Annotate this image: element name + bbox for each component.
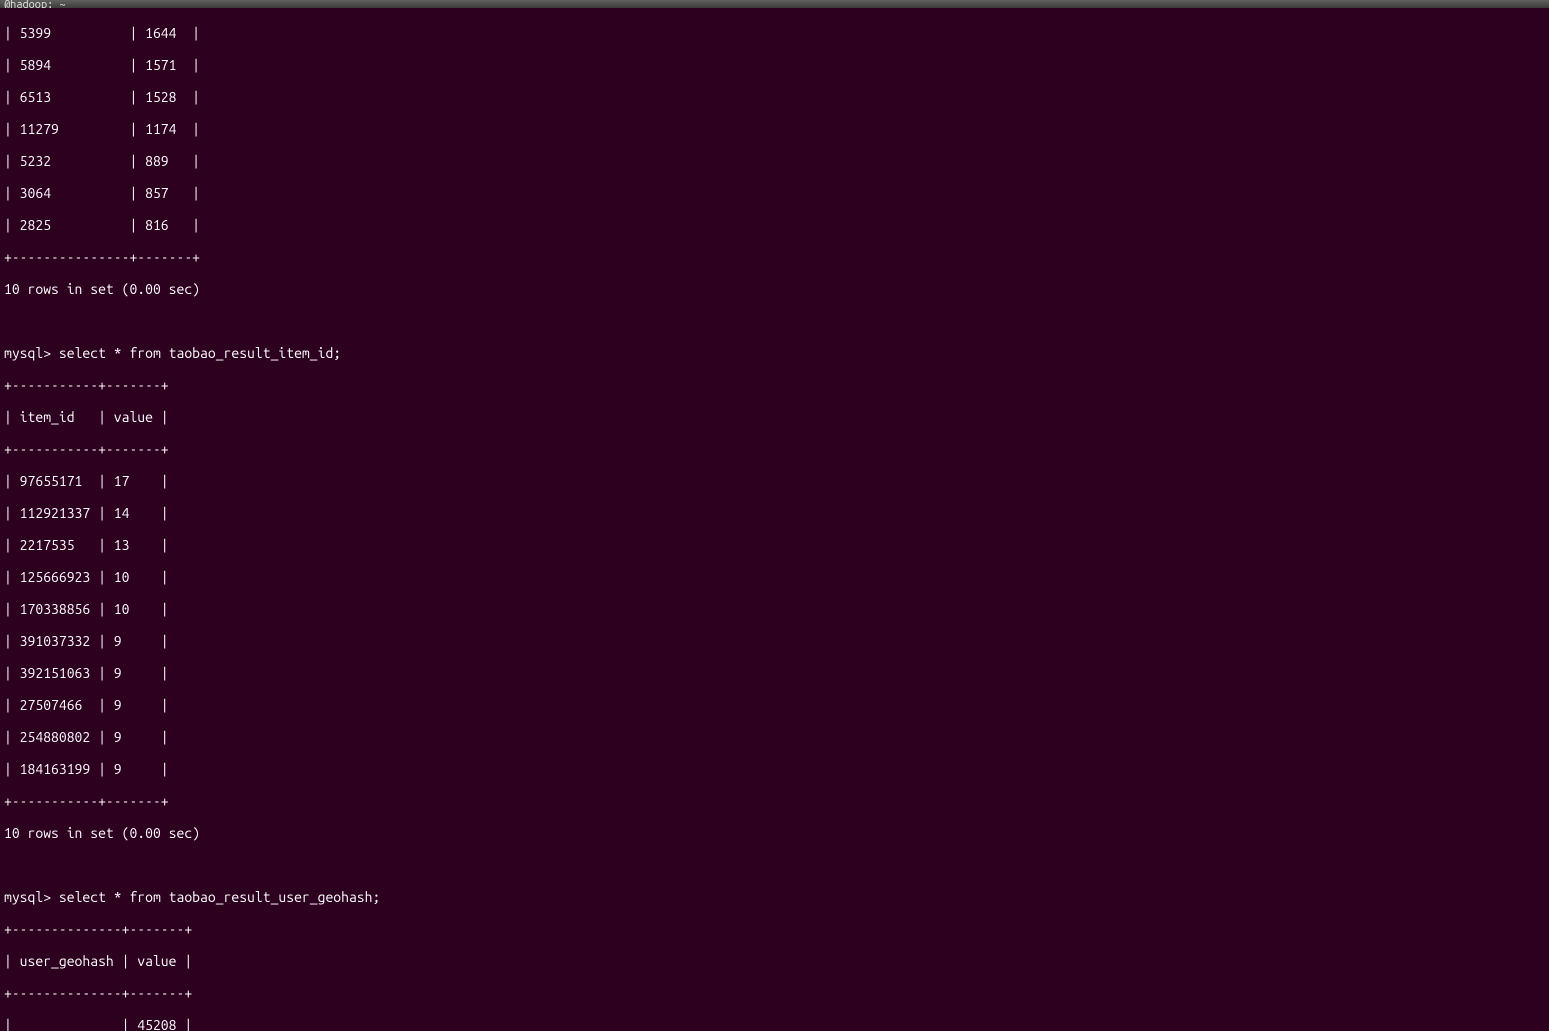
table-row: | 392151063 | 9 | (4, 665, 1545, 681)
prompt-line: mysql> select * from taobao_result_user_… (4, 889, 1545, 905)
result-summary: 10 rows in set (0.00 sec) (4, 825, 1545, 841)
blank-line (4, 313, 1545, 329)
table-row: | 184163199 | 9 | (4, 761, 1545, 777)
table-row: | 11279 | 1174 | (4, 121, 1545, 137)
table-separator: +-----------+-------+ (4, 441, 1545, 457)
table-separator: +--------------+-------+ (4, 921, 1545, 937)
table-row: | 3064 | 857 | (4, 185, 1545, 201)
table-header: | user_geohash | value | (4, 953, 1545, 969)
table-row: | 112921337 | 14 | (4, 505, 1545, 521)
table-separator: +--------------+-------+ (4, 985, 1545, 1001)
window-titlebar: @hadoop: ~ (0, 0, 1549, 8)
table-row: | 125666923 | 10 | (4, 569, 1545, 585)
table-row: | 254880802 | 9 | (4, 729, 1545, 745)
table-row: | 6513 | 1528 | (4, 89, 1545, 105)
table-row: | 2825 | 816 | (4, 217, 1545, 233)
table-row: | 27507466 | 9 | (4, 697, 1545, 713)
table-separator: +---------------+-------+ (4, 249, 1545, 265)
table-row: | 2217535 | 13 | (4, 537, 1545, 553)
sql-query: select * from taobao_result_item_id; (59, 345, 341, 361)
sql-query: select * from taobao_result_user_geohash… (59, 889, 380, 905)
mysql-prompt: mysql> (4, 889, 51, 905)
table-row: | 5399 | 1644 | (4, 25, 1545, 41)
table-row: | 391037332 | 9 | (4, 633, 1545, 649)
prompt-line: mysql> select * from taobao_result_item_… (4, 345, 1545, 361)
table-row: | 170338856 | 10 | (4, 601, 1545, 617)
mysql-prompt: mysql> (4, 345, 51, 361)
table-row: | 97655171 | 17 | (4, 473, 1545, 489)
table-row: | | 45208 | (4, 1017, 1545, 1031)
terminal-output[interactable]: | 5399 | 1644 | | 5894 | 1571 | | 6513 |… (0, 8, 1549, 1031)
table-row: | 5894 | 1571 | (4, 57, 1545, 73)
table-separator: +-----------+-------+ (4, 377, 1545, 393)
result-summary: 10 rows in set (0.00 sec) (4, 281, 1545, 297)
table-row: | 5232 | 889 | (4, 153, 1545, 169)
table-header: | item_id | value | (4, 409, 1545, 425)
blank-line (4, 857, 1545, 873)
table-separator: +-----------+-------+ (4, 793, 1545, 809)
